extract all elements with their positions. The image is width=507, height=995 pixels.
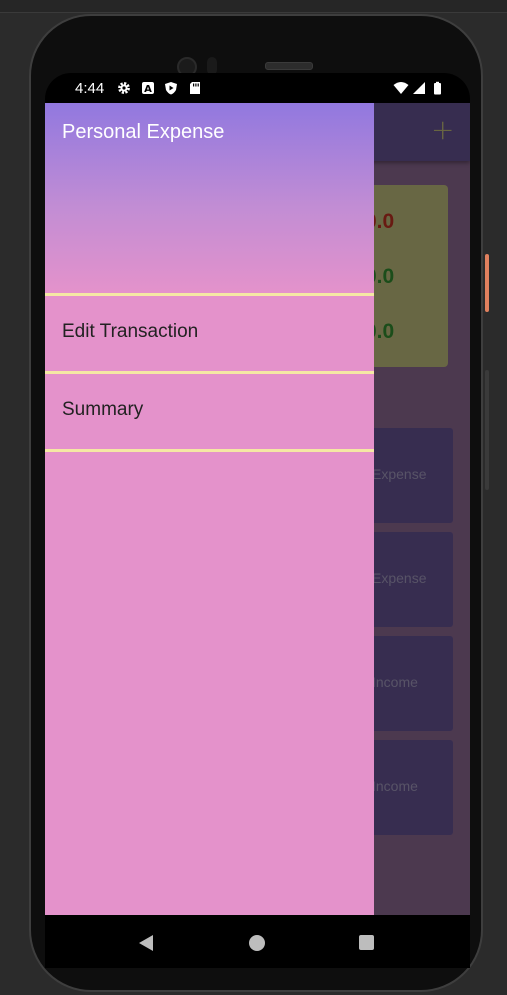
wifi-icon bbox=[393, 82, 409, 94]
svg-text:A: A bbox=[144, 84, 152, 95]
battery-icon bbox=[434, 81, 441, 95]
system-nav-bar bbox=[45, 915, 470, 968]
drawer-item-summary[interactable]: Summary bbox=[45, 374, 374, 449]
device-screen: 4:44 A + 0.0 0.0 0.0 Expense Expense Inc… bbox=[45, 73, 470, 968]
power-button bbox=[485, 254, 489, 312]
settings-icon bbox=[118, 82, 130, 94]
shield-play-icon bbox=[165, 82, 177, 95]
drawer-item-label: Summary bbox=[62, 399, 144, 420]
signal-icon bbox=[413, 82, 425, 94]
status-bar: 4:44 A bbox=[45, 73, 470, 103]
drawer-item-label: Edit Transaction bbox=[62, 321, 199, 342]
earpiece-speaker bbox=[265, 62, 313, 70]
drawer-divider bbox=[45, 449, 374, 452]
status-time: 4:44 bbox=[75, 80, 105, 97]
drawer-item-edit-transaction[interactable]: Edit Transaction bbox=[45, 296, 374, 371]
drawer-header: Personal Expense bbox=[45, 103, 374, 293]
home-icon[interactable] bbox=[249, 935, 265, 951]
sd-card-icon bbox=[190, 82, 200, 94]
back-icon[interactable] bbox=[139, 935, 153, 951]
volume-button bbox=[485, 370, 489, 490]
drawer-title: Personal Expense bbox=[62, 121, 225, 143]
window-top-bar bbox=[0, 0, 507, 13]
recents-icon[interactable] bbox=[359, 935, 374, 950]
a-icon: A bbox=[142, 82, 154, 95]
navigation-drawer: Personal Expense Edit Transaction Summar… bbox=[45, 103, 374, 915]
